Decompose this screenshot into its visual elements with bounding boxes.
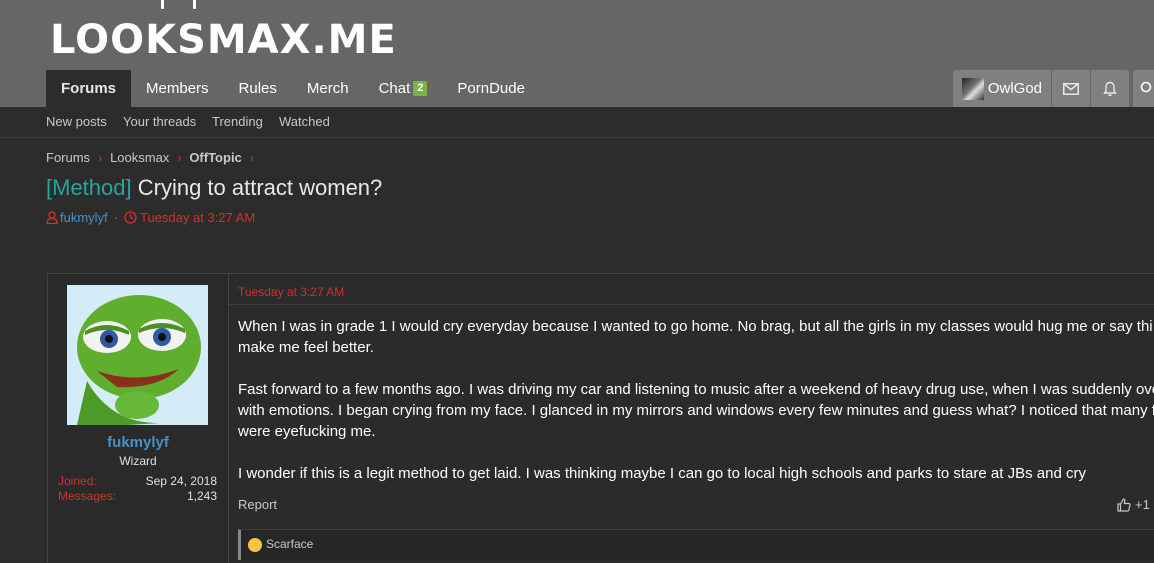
chat-badge: 2 (413, 81, 428, 96)
chevron-right-icon: › (249, 150, 254, 165)
messages-label: Messages: (58, 489, 117, 503)
post-paragraph: Fast forward to a few months ago. I was … (238, 379, 1154, 442)
divider (229, 304, 1154, 305)
breadcrumb-forums[interactable]: Forums (46, 150, 90, 165)
post-line: I wonder if this is a legit method to ge… (238, 465, 1086, 482)
tab-chat[interactable]: Chat 2 (364, 70, 443, 107)
post-line: When I was in grade 1 I would cry everyd… (238, 318, 1153, 335)
post-paragraph: When I was in grade 1 I would cry everyd… (238, 316, 1154, 358)
like-button[interactable]: +1 (1117, 497, 1150, 512)
bell-icon (1103, 81, 1117, 96)
subnav-watched[interactable]: Watched (279, 114, 330, 129)
reaction-user[interactable]: Scarface (266, 537, 313, 551)
subnav-trending[interactable]: Trending (212, 114, 263, 129)
thread-author[interactable]: fukmylyf (60, 210, 108, 225)
subnav-new-posts[interactable]: New posts (46, 114, 107, 129)
post-user-panel: fukmylyf Wizard Joined: Sep 24, 2018 Mes… (48, 274, 229, 563)
inbox-button[interactable] (1052, 70, 1090, 107)
user-title: Wizard (119, 454, 157, 468)
joined-value: Sep 24, 2018 (145, 474, 217, 488)
post-date[interactable]: Tuesday at 3:27 AM (238, 285, 344, 299)
post-line: were eyefucking me. (238, 423, 376, 440)
clock-icon (124, 211, 137, 224)
messages-value: 1,243 (186, 489, 217, 503)
stat-messages: Messages: 1,243 (58, 489, 217, 503)
tab-merch[interactable]: Merch (292, 70, 364, 107)
site-header: LOOKSMAX.ME Forums Members Rules Merch C… (0, 0, 1154, 107)
post-line: with emotions. I began crying from my fa… (238, 402, 1154, 419)
post-line: Fast forward to a few months ago. I was … (238, 381, 1154, 398)
stat-joined: Joined: Sep 24, 2018 (58, 474, 217, 488)
user-avatar[interactable] (67, 285, 208, 425)
like-count: +1 (1135, 497, 1150, 512)
thread-time[interactable]: Tuesday at 3:27 AM (140, 210, 255, 225)
breadcrumb-looksmax[interactable]: Looksmax (110, 150, 169, 165)
thread-title: Crying to attract women? (137, 175, 383, 200)
tab-rules[interactable]: Rules (224, 70, 292, 107)
thumbs-up-icon (1117, 497, 1131, 512)
tab-members[interactable]: Members (131, 70, 224, 107)
post: fukmylyf Wizard Joined: Sep 24, 2018 Mes… (47, 273, 1154, 563)
user-icon (46, 211, 58, 224)
post-line: make me feel better. (238, 339, 374, 356)
report-link[interactable]: Report (238, 497, 277, 512)
post-body: When I was in grade 1 I would cry everyd… (238, 316, 1154, 505)
post-content: Tuesday at 3:27 AM When I was in grade 1… (229, 274, 1154, 563)
main-nav: Forums Members Rules Merch Chat 2 PornDud… (46, 70, 540, 107)
pepe-avatar-image (67, 285, 208, 425)
account-username: OwlGod (987, 80, 1042, 97)
joined-label: Joined: (58, 474, 97, 488)
sub-nav: New posts Your threads Trending Watched (0, 107, 1154, 138)
meta-separator: · (113, 210, 119, 225)
breadcrumb: Forums › Looksmax › OffTopic › (46, 150, 262, 165)
user-nav: OwlGod (952, 70, 1129, 107)
alerts-button[interactable] (1091, 70, 1129, 107)
tab-forums[interactable]: Forums (46, 70, 132, 107)
chevron-right-icon: › (177, 150, 182, 165)
reactions-bar[interactable]: Scarface (238, 529, 1154, 560)
laughing-emoji-icon (248, 538, 262, 552)
tab-porndude[interactable]: PornDude (442, 70, 540, 107)
subnav-your-threads[interactable]: Your threads (123, 114, 196, 129)
search-button[interactable] (1133, 70, 1154, 107)
chevron-right-icon: › (98, 150, 103, 165)
tab-chat-label: Chat (378, 80, 411, 97)
site-logo[interactable]: LOOKSMAX.ME (50, 14, 397, 66)
breadcrumb-offtopic[interactable]: OffTopic (189, 150, 241, 165)
account-button[interactable]: OwlGod (952, 70, 1051, 107)
thread-prefix[interactable]: [Method] (46, 175, 132, 200)
avatar (961, 77, 984, 100)
thread-meta: fukmylyf · Tuesday at 3:27 AM (46, 210, 255, 225)
post-paragraph: I wonder if this is a legit method to ge… (238, 463, 1154, 484)
search-icon (1140, 81, 1152, 93)
page-title: [Method] Crying to attract women? (46, 175, 382, 201)
logo-mark (157, 0, 197, 10)
mail-icon (1063, 82, 1079, 95)
post-username[interactable]: fukmylyf (48, 434, 228, 451)
